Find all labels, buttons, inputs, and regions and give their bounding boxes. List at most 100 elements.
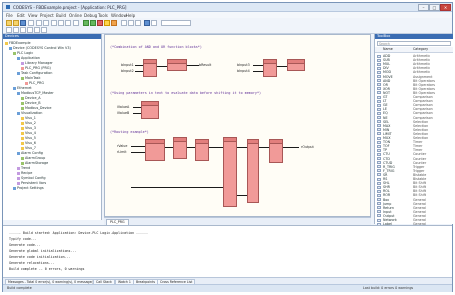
tree-item[interactable]: AlarmGroup: [21, 156, 45, 160]
tree-node-icon: [21, 101, 24, 105]
function-block-and[interactable]: [263, 59, 277, 77]
function-block-gt[interactable]: [145, 139, 165, 161]
input-variable[interactable]: rValue: [117, 144, 127, 148]
output-variable[interactable]: bResult: [199, 63, 211, 67]
save-icon[interactable]: [20, 20, 26, 26]
undo-icon[interactable]: [36, 20, 42, 26]
tree-item[interactable]: Visualization: [17, 111, 42, 115]
function-block-move[interactable]: [141, 101, 159, 119]
step-into-icon[interactable]: [128, 20, 134, 26]
monitor-icon[interactable]: [151, 20, 157, 26]
tree-item[interactable]: Visu_6: [21, 141, 36, 145]
paste-icon[interactable]: [65, 20, 71, 26]
print-icon[interactable]: [28, 20, 34, 26]
copy-icon[interactable]: [58, 20, 64, 26]
step-out-icon[interactable]: [135, 20, 141, 26]
fbd-network-icon[interactable]: [6, 27, 12, 33]
tree-item[interactable]: PLC_PRG: [25, 81, 44, 85]
tree-item[interactable]: Trend: [17, 166, 30, 170]
fbd-output-icon[interactable]: [27, 27, 33, 33]
fbd-editor[interactable]: (*Combination of AND and OR function blo…: [104, 34, 371, 217]
tree-node-icon: [21, 66, 24, 70]
input-variable[interactable]: rLimit: [117, 150, 127, 154]
input-variable[interactable]: bInput1: [121, 63, 134, 67]
tree-item[interactable]: PLC_PRG (PRG): [21, 66, 51, 70]
tree-item[interactable]: Device (CODESYS Control Win V3): [9, 46, 71, 50]
input-variable[interactable]: iValueA: [117, 105, 129, 109]
minimize-button[interactable]: –: [418, 4, 429, 11]
fbd-jump-icon[interactable]: [34, 27, 40, 33]
configuration-dropdown[interactable]: [161, 20, 191, 26]
function-block-mux[interactable]: [247, 139, 259, 203]
tree-item[interactable]: Symbol Config: [17, 176, 46, 180]
tree-item[interactable]: Visu_3: [21, 126, 36, 130]
input-variable[interactable]: bInput2: [121, 69, 134, 73]
tree-item[interactable]: Library Manager: [21, 61, 53, 65]
tree-node-icon: [21, 106, 24, 110]
tree-item[interactable]: AlarmStorage: [21, 161, 48, 165]
function-block-or[interactable]: [167, 59, 187, 71]
maximize-button[interactable]: □: [429, 4, 440, 11]
tree-item[interactable]: Visu_2: [21, 121, 36, 125]
function-block-or[interactable]: [287, 59, 305, 71]
redo-icon[interactable]: [43, 20, 49, 26]
tree-item[interactable]: Task Configuration: [17, 71, 52, 75]
input-variable[interactable]: bInput4: [237, 69, 250, 73]
tree-item[interactable]: Modbus_Device: [21, 106, 52, 110]
tree-item[interactable]: Visu_5: [21, 136, 36, 140]
step-over-icon[interactable]: [121, 20, 127, 26]
login-icon[interactable]: [90, 20, 96, 26]
function-block-add[interactable]: [269, 139, 283, 163]
tree-item[interactable]: Persistent Vars: [17, 181, 46, 185]
tree-item[interactable]: ModbusTCP_Master: [17, 91, 54, 95]
function-block-and[interactable]: [143, 59, 157, 77]
message-line[interactable]: Generate relocations...: [9, 261, 55, 265]
function-block-sel[interactable]: [173, 137, 187, 159]
tree-item[interactable]: Visu_1: [21, 116, 36, 120]
tree-item[interactable]: MainTask: [21, 76, 40, 80]
fbd-box-icon[interactable]: [13, 27, 19, 33]
column-category[interactable]: Category: [413, 47, 428, 52]
tree-item[interactable]: Device_B: [21, 101, 41, 105]
cut-icon[interactable]: [51, 20, 57, 26]
toolbox-search-input[interactable]: Search: [377, 41, 451, 46]
message-line[interactable]: Generate code initialization...: [9, 255, 71, 259]
start-icon[interactable]: [104, 20, 110, 26]
open-folder-icon[interactable]: [13, 20, 19, 26]
close-button[interactable]: ✕: [440, 4, 451, 11]
message-line[interactable]: ------ Build started: Application: Devic…: [9, 231, 148, 235]
tree-item-label: Application: [21, 56, 40, 60]
output-variable[interactable]: rOutput: [301, 145, 314, 149]
tree-item-label: PLC_PRG (PRG): [25, 66, 51, 70]
message-line[interactable]: Generate code...: [9, 243, 41, 247]
fbd-return-icon[interactable]: [41, 27, 47, 33]
logout-icon[interactable]: [97, 20, 103, 26]
input-variable[interactable]: iValueB: [117, 111, 129, 115]
tree-item[interactable]: Ethernet: [13, 86, 32, 90]
message-line[interactable]: Build complete -- 0 errors, 0 warnings: [9, 267, 84, 271]
message-line[interactable]: Typify code...: [9, 237, 37, 241]
tree-node-icon: [21, 61, 24, 65]
find-icon[interactable]: [73, 20, 79, 26]
message-line[interactable]: Generate global initializations...: [9, 249, 77, 253]
breakpoint-icon[interactable]: [144, 20, 150, 26]
function-block-max[interactable]: [195, 139, 209, 161]
tree-item[interactable]: FBDExample: [5, 41, 31, 45]
column-name[interactable]: Name: [383, 47, 393, 52]
stop-icon[interactable]: [111, 20, 117, 26]
tree-item[interactable]: Project Settings: [13, 186, 44, 190]
tree-item[interactable]: Visu_7: [21, 146, 36, 150]
new-file-icon[interactable]: [6, 20, 12, 26]
function-block-limit[interactable]: [223, 137, 237, 207]
input-variable[interactable]: bInput3: [237, 63, 250, 67]
build-icon[interactable]: [83, 20, 89, 26]
tree-item[interactable]: Visu_4: [21, 131, 36, 135]
function-block-icon: [377, 202, 381, 206]
tree-item[interactable]: Device_A: [21, 96, 41, 100]
tree-item-label: FBDExample: [9, 41, 31, 45]
tree-item[interactable]: Application: [17, 56, 40, 60]
tree-item[interactable]: Alarm Config: [17, 151, 43, 155]
tree-item[interactable]: Recipe: [17, 171, 32, 175]
fbd-input-icon[interactable]: [20, 27, 26, 33]
tree-item[interactable]: PLC Logic: [13, 51, 33, 55]
